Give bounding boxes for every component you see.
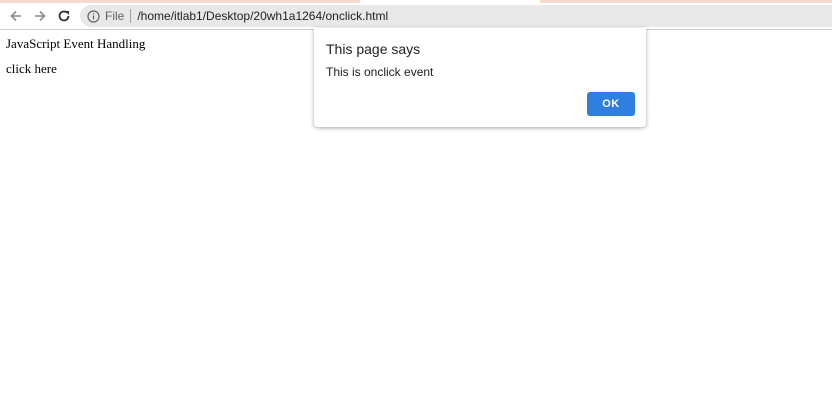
address-separator [130,9,132,23]
arrow-right-icon [35,10,46,22]
reload-button[interactable] [54,6,74,26]
forward-button[interactable] [30,6,50,26]
reload-icon [58,10,70,22]
page-heading: JavaScript Event Handling [6,36,146,51]
address-bar[interactable]: File /home/itlab1/Desktop/20wh1a1264/onc… [80,5,832,27]
scheme-label: File [105,9,125,23]
dialog-title: This page says [326,41,421,57]
ok-button[interactable]: OK [587,92,635,116]
back-button[interactable] [6,6,26,26]
browser-toolbar: File /home/itlab1/Desktop/20wh1a1264/onc… [0,3,832,30]
info-icon[interactable] [86,9,100,23]
arrow-left-icon [10,10,21,22]
click-here-link[interactable]: click here [6,61,57,77]
alert-dialog: This page says This is onclick event OK [314,28,646,127]
url-text[interactable]: /home/itlab1/Desktop/20wh1a1264/onclick.… [137,9,388,23]
dialog-message: This is onclick event [326,65,434,79]
